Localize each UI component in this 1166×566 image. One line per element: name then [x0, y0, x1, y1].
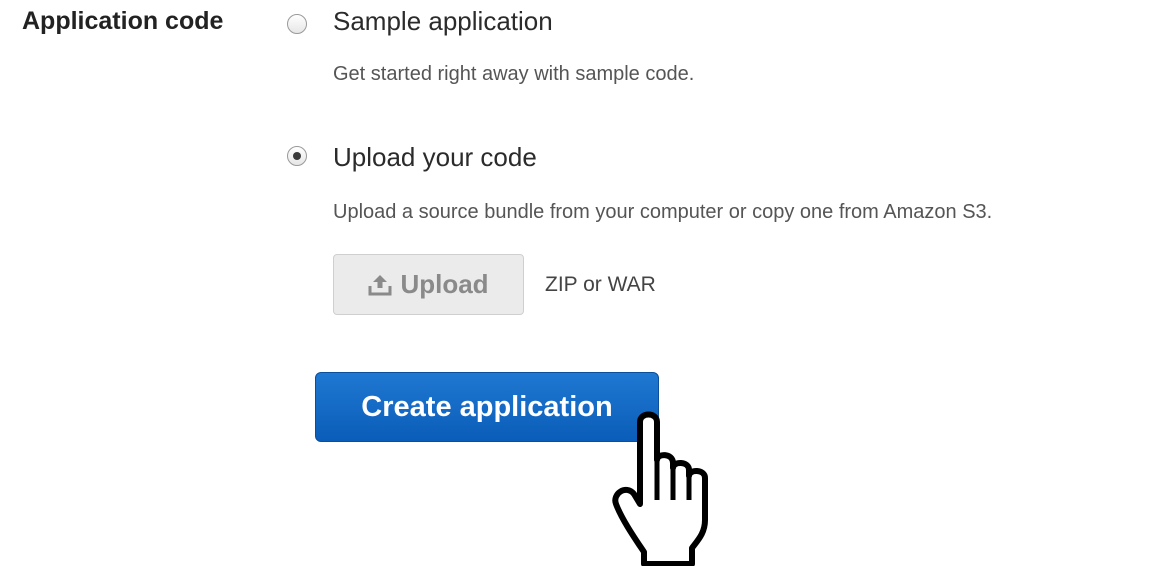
upload-format-hint: ZIP or WAR	[545, 273, 656, 296]
radio-upload-your-code[interactable]	[287, 146, 307, 166]
hand-pointer-icon	[612, 411, 708, 566]
option-description-sample-application: Get started right away with sample code.	[333, 63, 695, 85]
field-label-application-code: Application code	[22, 7, 224, 35]
option-description-upload-your-code: Upload a source bundle from your compute…	[333, 201, 993, 223]
upload-button[interactable]: Upload	[333, 254, 524, 315]
upload-button-label: Upload	[400, 269, 489, 299]
option-label-upload-your-code[interactable]: Upload your code	[333, 142, 537, 172]
upload-icon	[368, 274, 392, 296]
option-label-sample-application[interactable]: Sample application	[333, 6, 553, 36]
radio-sample-application[interactable]	[287, 14, 307, 34]
